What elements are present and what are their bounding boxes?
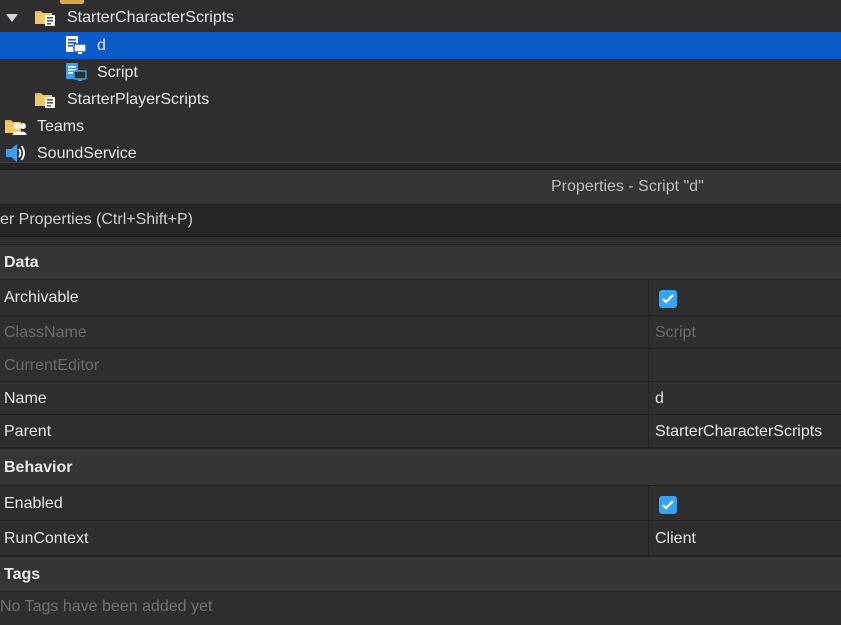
property-value: d (655, 390, 664, 407)
tree-item-label: SoundService (37, 144, 137, 162)
sound-service-icon (5, 143, 27, 162)
section-label: Behavior (4, 459, 73, 476)
tree-item-label: Script (97, 63, 138, 81)
tags-empty-text: No Tags have been added yet (0, 598, 213, 615)
property-value-cell[interactable]: Client (648, 521, 841, 555)
property-value-cell (648, 280, 841, 315)
properties-filter-input[interactable]: er Properties (Ctrl+Shift+P) (0, 205, 841, 237)
property-row-currenteditor[interactable]: CurrentEditor (0, 349, 841, 382)
archivable-checkbox[interactable] (659, 290, 677, 308)
property-row-name[interactable]: Name d (0, 382, 841, 415)
folder-scripts-icon (34, 7, 56, 27)
properties-title: Properties - Script "d" (551, 178, 704, 195)
tree-item-d[interactable]: d (0, 32, 841, 59)
property-row-runcontext[interactable]: RunContext Client (0, 521, 841, 556)
enabled-checkbox[interactable] (659, 496, 677, 514)
property-row-enabled[interactable]: Enabled (0, 486, 841, 521)
property-name: Enabled (4, 495, 63, 512)
section-data[interactable]: Data (0, 244, 841, 280)
explorer-panel: StarterCharacterScripts d Script Starter… (0, 0, 841, 162)
properties-title-bar: Properties - Script "d" (0, 170, 841, 205)
property-row-parent[interactable]: Parent StarterCharacterScripts (0, 415, 841, 448)
property-name: CurrentEditor (4, 357, 100, 374)
property-value: Client (655, 530, 696, 547)
tags-empty-message: No Tags have been added yet (0, 592, 841, 625)
property-value-cell[interactable]: StarterCharacterScripts (648, 415, 841, 447)
property-name: RunContext (4, 530, 89, 547)
section-behavior[interactable]: Behavior (0, 448, 841, 486)
property-name: Archivable (4, 289, 79, 306)
chevron-down-icon[interactable] (6, 14, 18, 22)
local-script-icon (65, 35, 87, 55)
tree-item-label: StarterCharacterScripts (67, 8, 235, 26)
property-value: Script (655, 324, 696, 341)
local-script-icon (65, 62, 87, 82)
tree-item-script[interactable]: Script (0, 59, 841, 86)
tree-item-soundservice[interactable]: SoundService (0, 140, 841, 162)
tree-item-label: Teams (37, 117, 85, 135)
folder-scripts-icon (34, 89, 56, 109)
property-value-cell (648, 486, 841, 520)
section-label: Tags (4, 566, 41, 583)
property-value-cell: Script (648, 316, 841, 348)
section-label: Data (4, 254, 39, 271)
tree-item-label: StarterPlayerScripts (67, 90, 210, 108)
property-value-cell[interactable]: d (648, 382, 841, 414)
property-value: StarterCharacterScripts (655, 423, 823, 440)
tree-item-teams[interactable]: Teams (0, 113, 841, 140)
tree-item-startercharacterscripts[interactable]: StarterCharacterScripts (0, 4, 841, 31)
property-value-cell (648, 349, 841, 381)
tree-item-starterplayerscripts[interactable]: StarterPlayerScripts (0, 86, 841, 113)
checkmark-icon (662, 500, 674, 510)
property-row-classname[interactable]: ClassName Script (0, 316, 841, 349)
filter-placeholder: er Properties (Ctrl+Shift+P) (0, 211, 193, 228)
property-name: ClassName (4, 324, 87, 341)
panel-splitter[interactable] (0, 162, 841, 170)
teams-icon (5, 116, 27, 136)
property-name: Parent (4, 423, 52, 440)
section-tags[interactable]: Tags (0, 556, 841, 592)
checkmark-icon (662, 294, 674, 304)
property-name: Name (4, 390, 47, 407)
property-row-archivable[interactable]: Archivable (0, 280, 841, 316)
tree-item-label: d (97, 36, 106, 54)
